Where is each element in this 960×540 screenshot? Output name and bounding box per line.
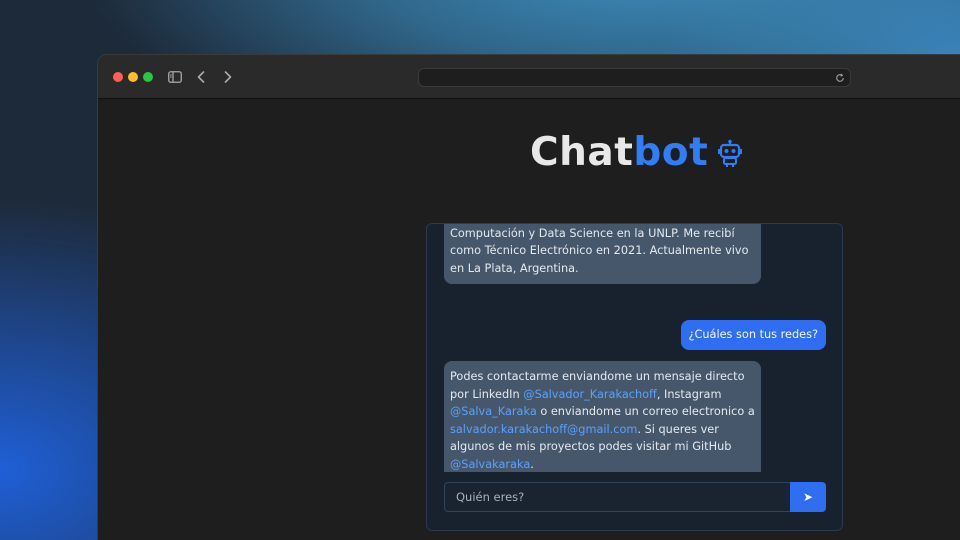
message-text: , Instagram — [656, 387, 722, 401]
message-text: ¿Cuáles son tus redes? — [688, 328, 819, 341]
title-main: Chat — [530, 130, 634, 175]
message-input-row: ➤ — [444, 482, 826, 512]
chevron-right-icon[interactable] — [218, 67, 238, 87]
title-accent: bot — [633, 130, 709, 175]
reload-icon[interactable] — [833, 71, 846, 84]
message-link[interactable]: @Salvakaraka — [450, 458, 530, 471]
message-text: . — [530, 457, 534, 471]
user-message: ¿Cuáles son tus redes? — [680, 320, 826, 350]
page-title: Chat bot — [530, 130, 743, 175]
bot-message: estudiante avanzado en las carreras de I… — [444, 224, 761, 284]
chevron-left-icon[interactable] — [191, 67, 211, 87]
message-link[interactable]: salvador.karakachoff@gmail.com — [450, 423, 637, 436]
message-text: estudiante avanzado en las carreras de I… — [450, 226, 749, 275]
send-button[interactable]: ➤ — [790, 482, 826, 512]
address-bar[interactable] — [418, 68, 851, 87]
robot-icon — [718, 139, 743, 167]
message-link[interactable]: @Salvador_Karakachoff — [523, 388, 657, 401]
page-content: Chatbot estudiante avanzado en l — [98, 99, 960, 540]
message-input[interactable] — [444, 482, 790, 512]
chat-container: estudiante avanzado en las carreras de I… — [426, 223, 843, 531]
sidebar-icon[interactable] — [165, 67, 185, 87]
message-list[interactable]: estudiante avanzado en las carreras de I… — [427, 224, 842, 472]
message-link[interactable]: @Salva_Karaka — [450, 405, 537, 418]
minimize-window-button[interactable] — [128, 72, 138, 82]
maximize-window-button[interactable] — [143, 72, 153, 82]
browser-window: Chatbot estudiante avanzado en l — [97, 54, 960, 540]
browser-toolbar — [98, 55, 960, 99]
message-text: o enviandome un correo electronico a — [536, 405, 755, 418]
bot-message: Podes contactarme enviandome un mensaje … — [444, 361, 761, 472]
close-window-button[interactable] — [113, 72, 123, 82]
